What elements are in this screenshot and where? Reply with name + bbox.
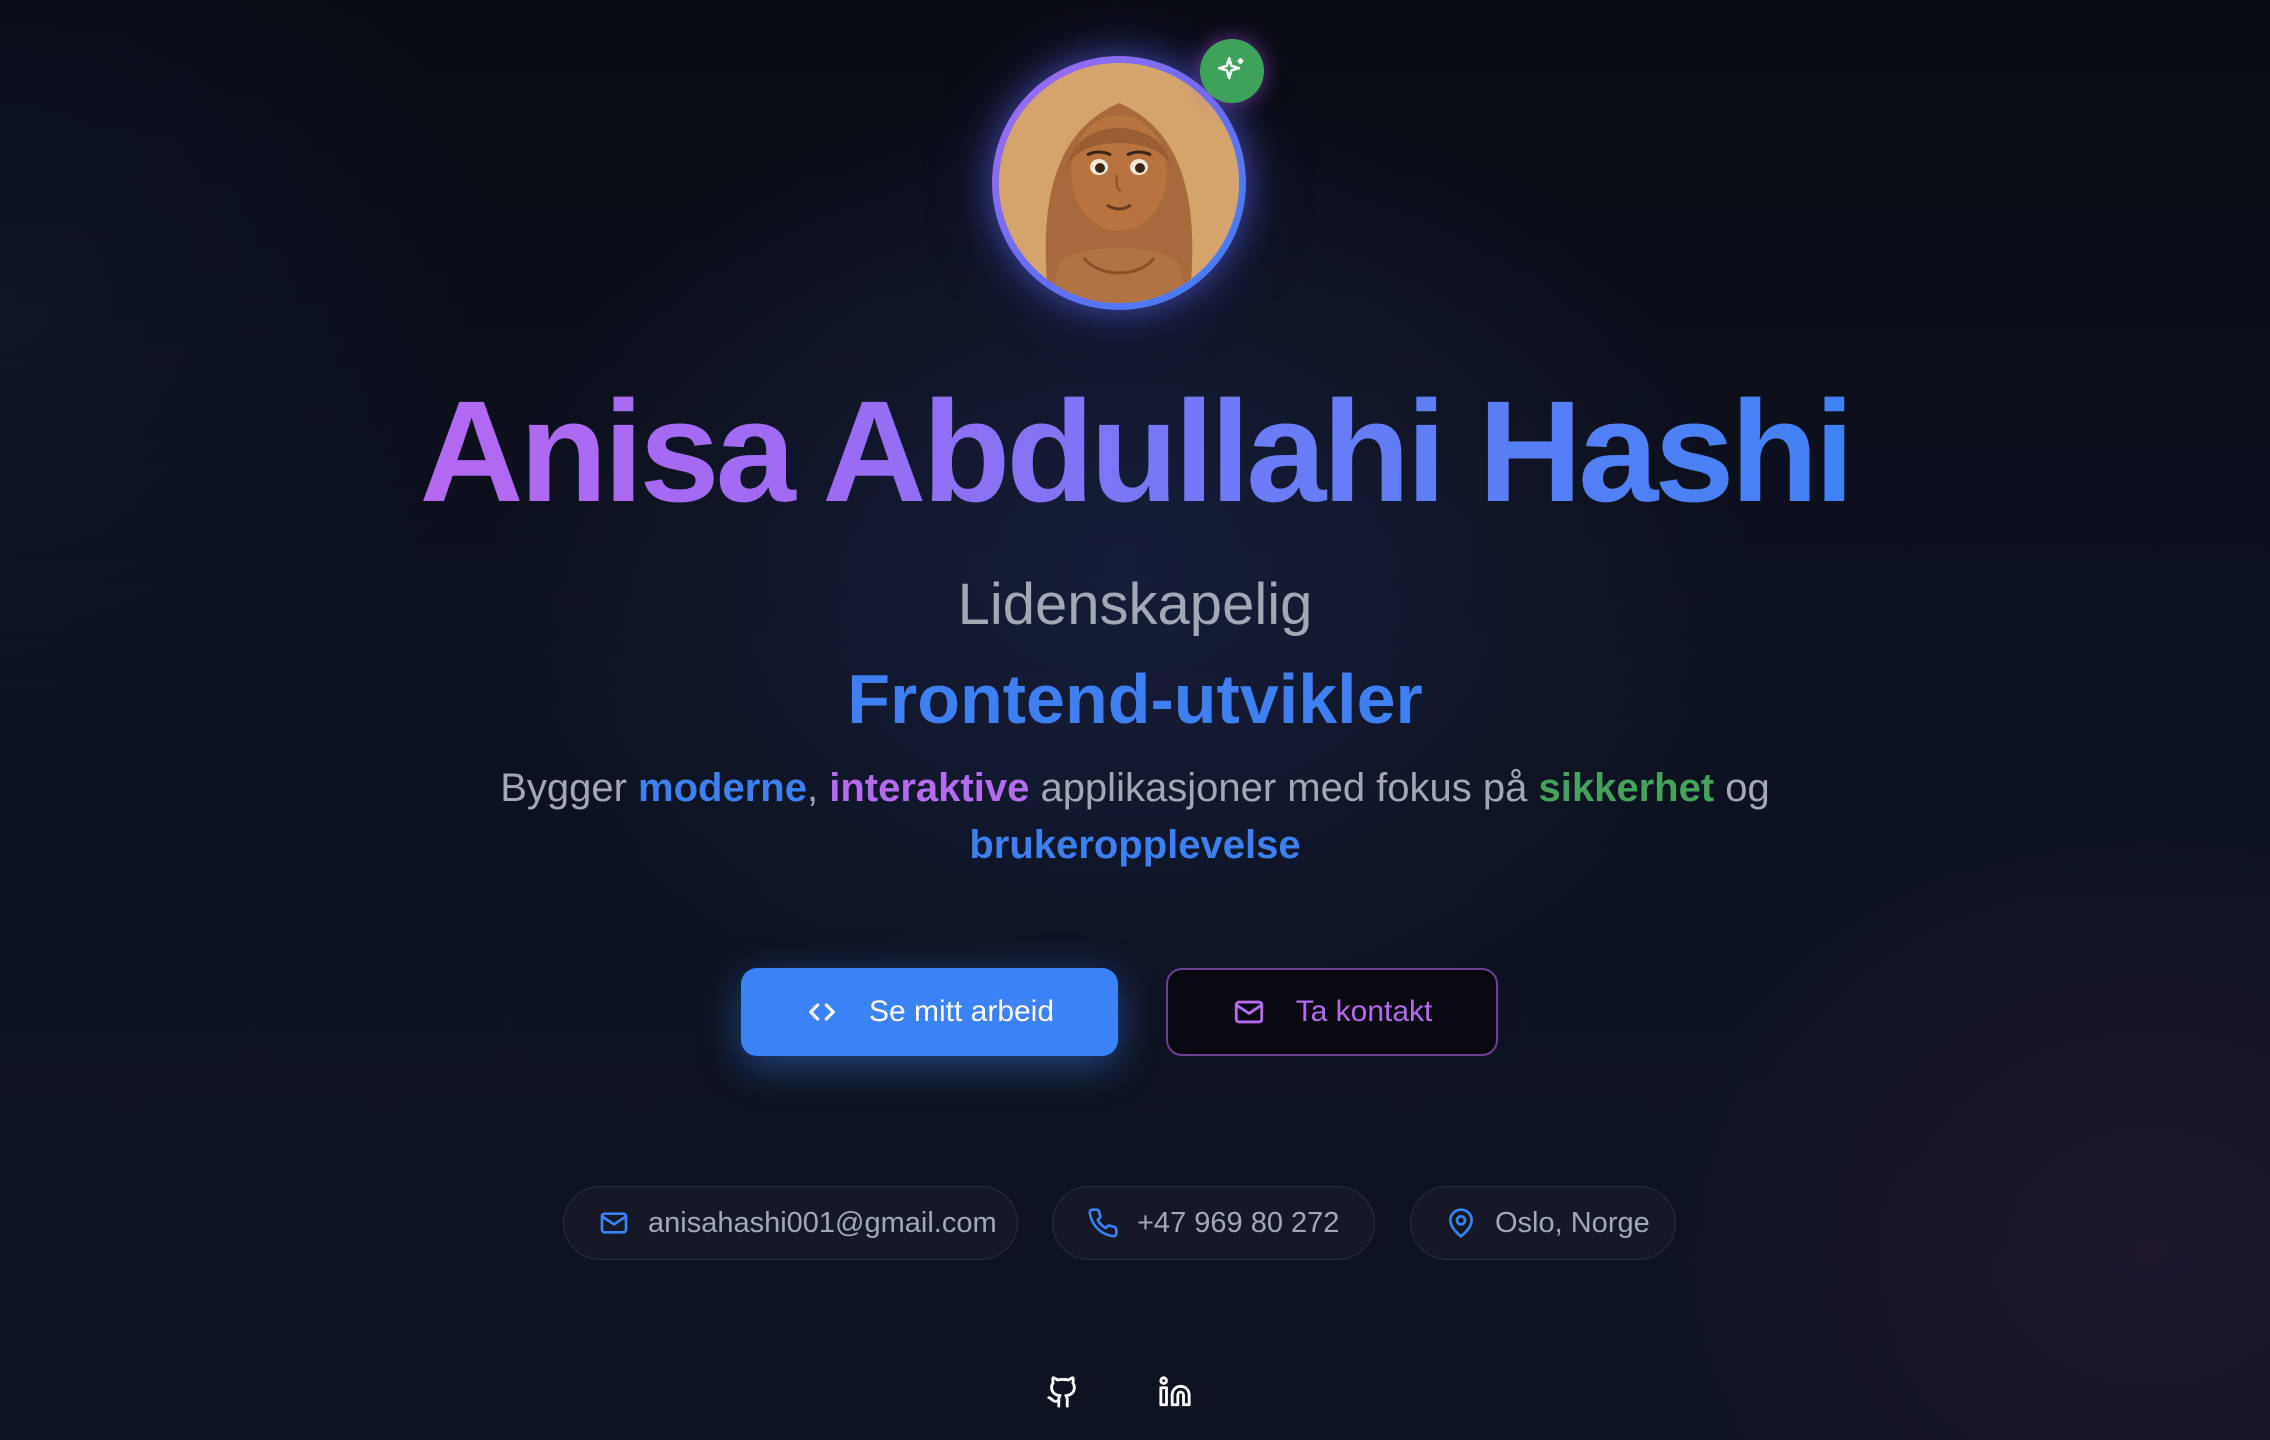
location-text: Oslo, Norge bbox=[1495, 1206, 1650, 1239]
map-pin-icon bbox=[1445, 1207, 1477, 1239]
mail-icon bbox=[1232, 995, 1266, 1029]
profile-name: Anisa Abdullahi Hashi bbox=[419, 371, 1855, 532]
phone-text: +47 969 80 272 bbox=[1137, 1206, 1340, 1239]
code-icon bbox=[805, 995, 839, 1029]
contact-label: Ta kontakt bbox=[1295, 995, 1433, 1028]
avatar-illustration bbox=[999, 63, 1239, 303]
tagline-highlight-interaktive: interaktive bbox=[829, 766, 1030, 810]
location-info: Oslo, Norge bbox=[1410, 1186, 1676, 1260]
profile-subtitle: Lidenskapelig bbox=[957, 572, 1313, 637]
profile-tagline: Bygger moderne, interaktive applikasjone… bbox=[440, 760, 1830, 874]
page-title: Anisa Abdullahi Hashi bbox=[0, 372, 2270, 532]
profile-role: Frontend-utvikler bbox=[847, 660, 1423, 738]
tagline-text: og bbox=[1714, 766, 1770, 810]
hero-section: Anisa Abdullahi Hashi Lidenskapelig Fron… bbox=[0, 0, 2270, 1440]
tagline-highlight-brukeropplevelse: brukeropplevelse bbox=[969, 823, 1301, 867]
see-my-work-label: Se mitt arbeid bbox=[868, 995, 1055, 1028]
tagline-highlight-moderne: moderne bbox=[638, 766, 807, 810]
see-my-work-button[interactable]: Se mitt arbeid bbox=[741, 968, 1118, 1056]
sparkle-icon bbox=[1200, 39, 1264, 103]
github-link[interactable] bbox=[1045, 1374, 1081, 1410]
email-text: anisahashi001@gmail.com bbox=[648, 1206, 997, 1239]
phone-icon bbox=[1087, 1207, 1119, 1239]
phone-link[interactable]: +47 969 80 272 bbox=[1052, 1186, 1375, 1260]
contact-button[interactable]: Ta kontakt bbox=[1166, 968, 1498, 1056]
github-icon bbox=[1047, 1376, 1076, 1408]
mail-icon bbox=[598, 1207, 630, 1239]
tagline-text: Bygger bbox=[500, 766, 639, 810]
linkedin-link[interactable] bbox=[1157, 1374, 1193, 1410]
tagline-highlight-sikkerhet: sikkerhet bbox=[1538, 766, 1715, 810]
profile-avatar bbox=[992, 56, 1246, 310]
linkedin-icon bbox=[1159, 1376, 1191, 1407]
tagline-text: applikasjoner med fokus på bbox=[1029, 766, 1539, 810]
tagline-text: , bbox=[806, 766, 830, 810]
email-link[interactable]: anisahashi001@gmail.com bbox=[563, 1186, 1018, 1260]
